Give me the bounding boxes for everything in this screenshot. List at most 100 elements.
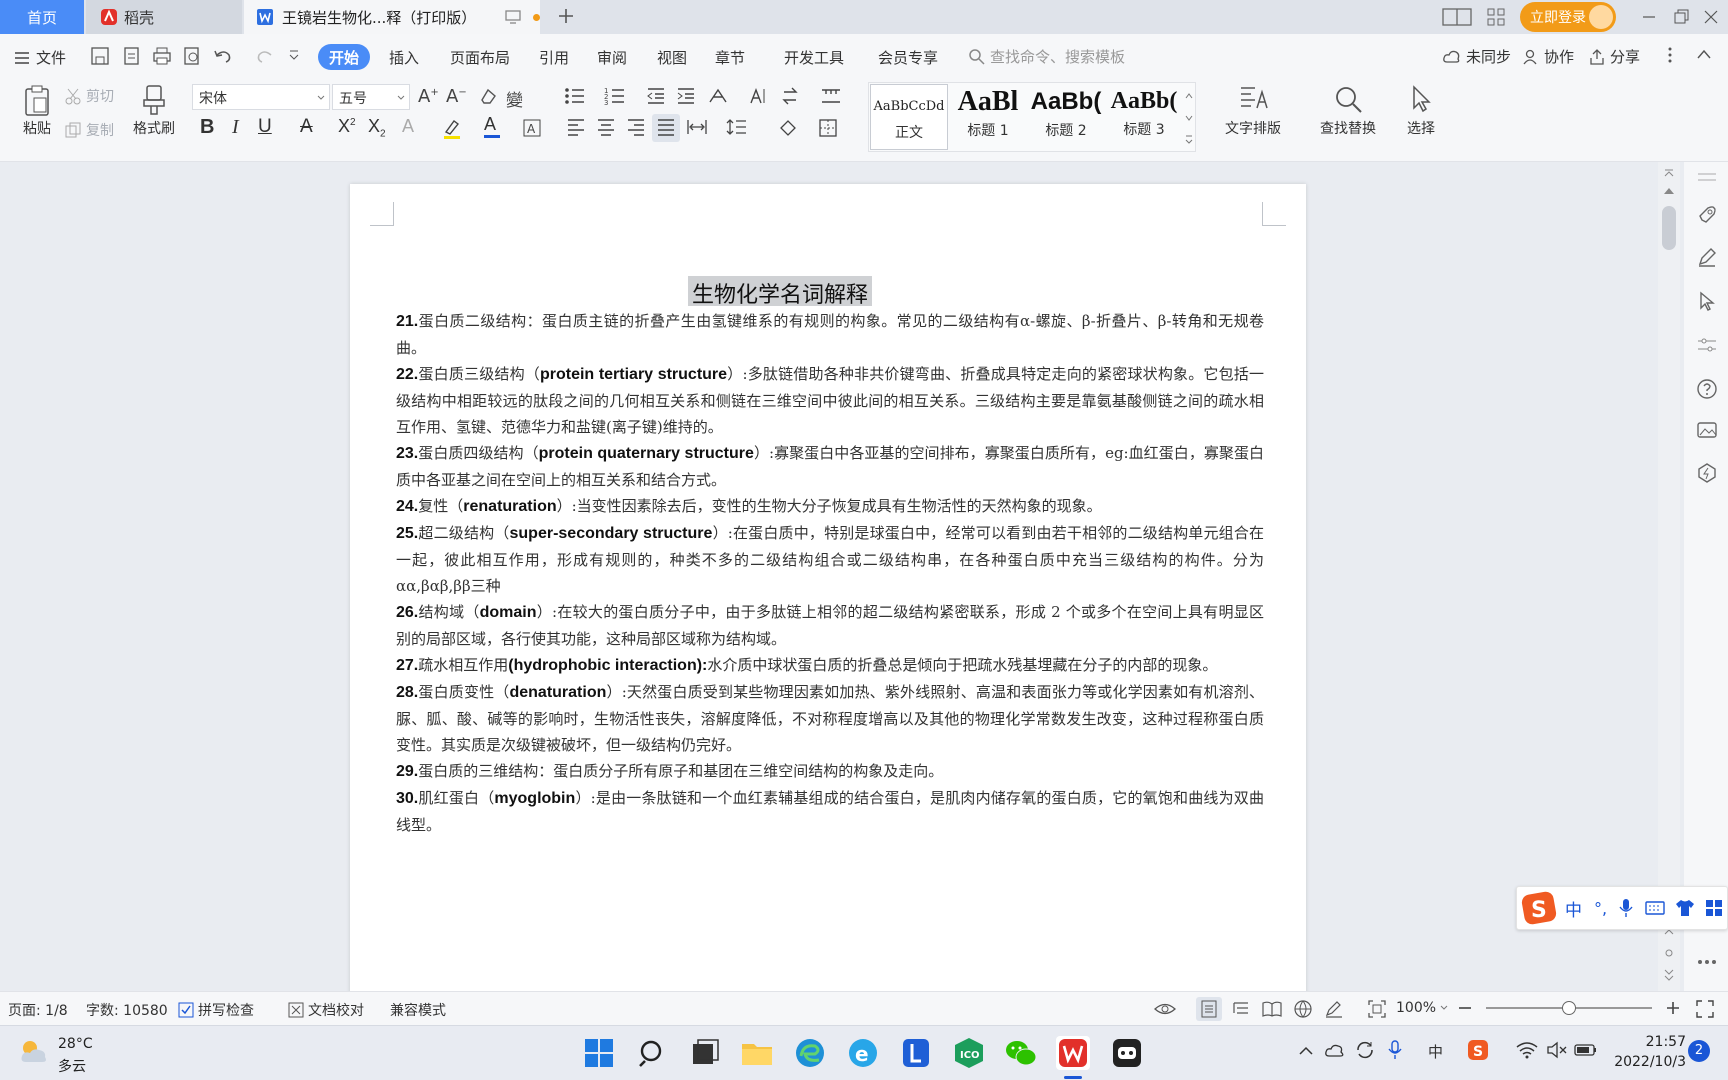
undo-icon[interactable] [212,46,238,66]
weather-condition[interactable]: 多云 [58,1056,86,1076]
document-paragraph[interactable]: 22.蛋白质三级结构（protein tertiary structure）:多… [396,361,1264,440]
scroll-top-icon[interactable] [1663,168,1675,178]
document-canvas[interactable]: 生物化学名词解释 21.蛋白质二级结构：蛋白质主链的折叠产生由氢键维系的有规则的… [0,162,1728,991]
style-heading-1[interactable]: AaBl 标题 1 [952,84,1024,150]
italic-icon[interactable]: I [232,116,239,139]
toolbox-grid-icon[interactable] [1705,899,1723,917]
find-replace-button[interactable]: 查找替换 [1310,84,1386,150]
file-menu[interactable]: 文件 [14,47,66,68]
phonetic-guide-icon[interactable]: 變 [506,86,523,111]
document-title[interactable]: 生物化学名词解释 [688,276,873,308]
zoom-slider[interactable] [1486,1001,1652,1015]
microphone-icon[interactable] [1388,1040,1402,1060]
sort-icon[interactable] [748,86,768,106]
share-button[interactable]: 分享 [1588,46,1640,67]
tab-daoke[interactable]: 稻壳 [86,0,242,34]
style-normal[interactable]: AaBbCcDd 正文 [870,84,948,150]
document-paragraph[interactable]: 26.结构域（domain）:在较大的蛋白质分子中，由于多肽链上相邻的超二级结构… [396,599,1264,652]
sogou-tray-icon[interactable]: S [1466,1038,1490,1062]
table-grid-icon[interactable] [820,86,842,106]
tab-developer-tools[interactable]: 开发工具 [782,44,846,70]
edge-browser-icon[interactable] [793,1036,827,1070]
zoom-out-icon[interactable] [1458,1001,1472,1015]
highlight-color-icon[interactable] [442,118,462,140]
pointer-select-icon[interactable] [1696,290,1718,312]
shrink-font-icon[interactable]: A− [446,86,467,107]
input-language-indicator[interactable]: 中 [1428,1041,1443,1062]
page-view-icon[interactable] [1196,997,1222,1021]
page-count[interactable]: 页面: 1/8 [8,1000,68,1020]
export-pdf-icon[interactable] [122,46,142,66]
text-effect-icon[interactable]: A [402,116,414,137]
minimize-icon[interactable] [1640,8,1658,26]
green-shield-app-icon[interactable]: ICO [952,1036,986,1070]
align-center-icon[interactable] [596,118,616,136]
sync-refresh-icon[interactable] [1354,1040,1376,1060]
keyboard-icon[interactable] [1645,900,1665,916]
align-right-icon[interactable] [626,118,646,136]
battery-icon[interactable] [1574,1042,1598,1058]
pen-edit-icon[interactable] [1696,246,1718,268]
rocket-icon[interactable] [1696,204,1718,226]
increase-indent-icon[interactable] [676,86,696,106]
justify-icon[interactable] [652,114,680,142]
document-proofread-button[interactable]: 文档校对 [288,1000,364,1020]
tab-document[interactable]: 王镜岩生物化...释（打印版） [244,0,540,34]
search-icon[interactable] [636,1036,670,1070]
settings-sliders-icon[interactable] [1696,334,1718,356]
font-color-icon[interactable]: A [484,114,500,138]
outline-view-icon[interactable] [1232,1000,1250,1018]
game-app-icon[interactable] [1110,1036,1144,1070]
zoom-in-icon[interactable] [1666,1001,1680,1015]
notification-badge[interactable]: 2 [1688,1040,1710,1062]
sync-button[interactable]: 未同步 [1442,46,1511,67]
text-layout-button[interactable]: 文字排版 [1216,84,1290,150]
speaker-muted-icon[interactable] [1546,1041,1568,1059]
document-body[interactable]: 21.蛋白质二级结构：蛋白质主链的折叠产生由氢键维系的有规则的构象。常见的二级结… [396,308,1264,838]
restore-icon[interactable] [1672,8,1690,26]
style-heading-2[interactable]: AaBb( 标题 2 [1030,84,1102,150]
document-paragraph[interactable]: 23.蛋白质四级结构（protein quaternary structure）… [396,440,1264,493]
image-tools-icon[interactable] [1696,420,1718,442]
login-button[interactable]: 立即登录 [1520,2,1616,32]
distributed-align-icon[interactable] [686,118,708,136]
close-icon[interactable] [1702,8,1720,26]
copy-button[interactable]: 复制 [64,120,114,140]
punctuation-icon[interactable]: °, [1594,899,1607,918]
tab-view[interactable]: 视图 [654,44,690,70]
eye-protect-icon[interactable] [1154,1000,1176,1018]
vertical-scrollbar[interactable] [1658,162,1680,991]
more-options-icon[interactable] [1666,46,1674,64]
scroll-up-icon[interactable] [1664,188,1674,194]
panel-collapse-icon[interactable] [1696,166,1718,188]
grow-font-icon[interactable]: A+ [418,86,439,107]
spell-check-button[interactable]: 拼写检查 [178,1000,254,1020]
microphone-icon[interactable] [1619,898,1633,918]
write-mode-icon[interactable] [1324,1000,1344,1018]
wifi-icon[interactable] [1516,1041,1538,1059]
style-heading-3[interactable]: AaBb( 标题 3 [1108,84,1180,150]
wps-office-icon[interactable] [1056,1036,1090,1070]
read-mode-icon[interactable] [1262,1000,1282,1018]
reading-layout-icon[interactable] [1442,7,1472,27]
decrease-indent-icon[interactable] [646,86,666,106]
document-paragraph[interactable]: 30.肌红蛋白（myoglobin）:是由一条肽链和一个血红素辅基组成的结合蛋白… [396,785,1264,838]
redo-icon[interactable] [254,46,280,66]
chevron-up-icon[interactable] [1298,1046,1314,1056]
bullet-list-icon[interactable] [564,86,586,106]
paste-button[interactable]: 粘贴 [14,84,60,150]
borders-icon[interactable] [818,118,838,138]
select-button[interactable]: 选择 [1398,84,1444,150]
tab-insert[interactable]: 插入 [386,44,422,70]
word-count[interactable]: 字数: 10580 [86,1000,168,1020]
tab-start[interactable]: 开始 [318,44,370,70]
clock-date[interactable]: 2022/10/3 [1614,1054,1686,1070]
clear-format-icon[interactable] [478,86,498,106]
new-tab-icon[interactable] [556,6,576,26]
fit-page-icon[interactable] [1368,1000,1386,1018]
onedrive-cloud-icon[interactable] [1324,1042,1346,1058]
zoom-slider-thumb[interactable] [1562,1001,1576,1015]
bold-icon[interactable]: B [200,116,214,139]
tab-review[interactable]: 审阅 [594,44,630,70]
document-paragraph[interactable]: 21.蛋白质二级结构：蛋白质主链的折叠产生由氢键维系的有规则的构象。常见的二级结… [396,308,1264,361]
